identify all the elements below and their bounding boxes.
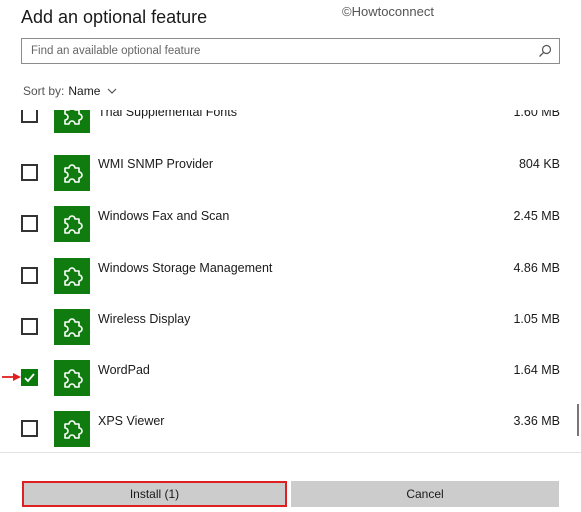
feature-size: 804 KB <box>518 157 560 171</box>
feature-name: Windows Fax and Scan <box>98 209 230 223</box>
feature-size: 3.36 MB <box>513 414 560 428</box>
feature-row[interactable]: XPS Viewer 3.36 MB <box>0 403 581 453</box>
feature-checkbox[interactable] <box>21 318 38 335</box>
feature-checkbox[interactable] <box>21 164 38 181</box>
feature-name: Windows Storage Management <box>98 261 273 275</box>
puzzle-icon <box>54 411 90 447</box>
puzzle-icon <box>54 206 90 242</box>
sort-control[interactable]: Sort by: Name <box>23 84 117 98</box>
checkmark-icon <box>24 373 35 383</box>
search-input[interactable] <box>22 39 559 63</box>
sort-value[interactable]: Name <box>68 84 100 98</box>
chevron-down-icon[interactable] <box>107 87 117 95</box>
install-button[interactable]: Install (1) <box>22 481 287 507</box>
feature-row[interactable]: Windows Storage Management 4.86 MB <box>0 249 581 300</box>
feature-row[interactable]: WMI SNMP Provider 804 KB <box>0 147 581 198</box>
pointer-arrow-icon <box>2 373 21 381</box>
feature-row[interactable]: Windows Fax and Scan 2.45 MB <box>0 198 581 249</box>
puzzle-icon <box>54 360 90 396</box>
feature-checkbox[interactable] <box>21 215 38 232</box>
feature-row[interactable]: Wireless Display 1.05 MB <box>0 301 581 352</box>
feature-size: 4.86 MB <box>513 261 560 275</box>
feature-checkbox[interactable] <box>21 420 38 437</box>
feature-checkbox[interactable] <box>21 369 38 386</box>
feature-checkbox[interactable] <box>21 267 38 284</box>
sort-label: Sort by: <box>23 84 65 98</box>
puzzle-icon <box>54 258 90 294</box>
watermark: ©Howtoconnect <box>342 4 434 19</box>
feature-list: Thai Supplemental Fonts 1.60 MB WMI SNMP… <box>0 110 581 453</box>
feature-size: 1.60 MB <box>513 110 560 119</box>
feature-name: Thai Supplemental Fonts <box>98 110 237 119</box>
feature-name: XPS Viewer <box>98 414 165 428</box>
feature-size: 2.45 MB <box>513 209 560 223</box>
search-box[interactable] <box>21 38 560 64</box>
feature-name: Wireless Display <box>98 312 191 326</box>
scrollbar-thumb[interactable] <box>577 404 579 436</box>
search-icon[interactable] <box>538 44 552 58</box>
puzzle-icon <box>54 110 90 133</box>
feature-checkbox[interactable] <box>21 110 38 123</box>
feature-size: 1.05 MB <box>513 312 560 326</box>
dialog-title: Add an optional feature <box>21 7 208 27</box>
puzzle-icon <box>54 155 90 191</box>
puzzle-icon <box>54 309 90 345</box>
feature-size: 1.64 MB <box>513 363 560 377</box>
divider <box>0 452 581 453</box>
feature-row[interactable]: Thai Supplemental Fonts 1.60 MB <box>0 110 581 144</box>
feature-name: WordPad <box>98 363 150 377</box>
feature-row[interactable]: WordPad 1.64 MB <box>0 352 581 403</box>
cancel-button[interactable]: Cancel <box>291 481 559 507</box>
feature-name: WMI SNMP Provider <box>98 157 214 171</box>
